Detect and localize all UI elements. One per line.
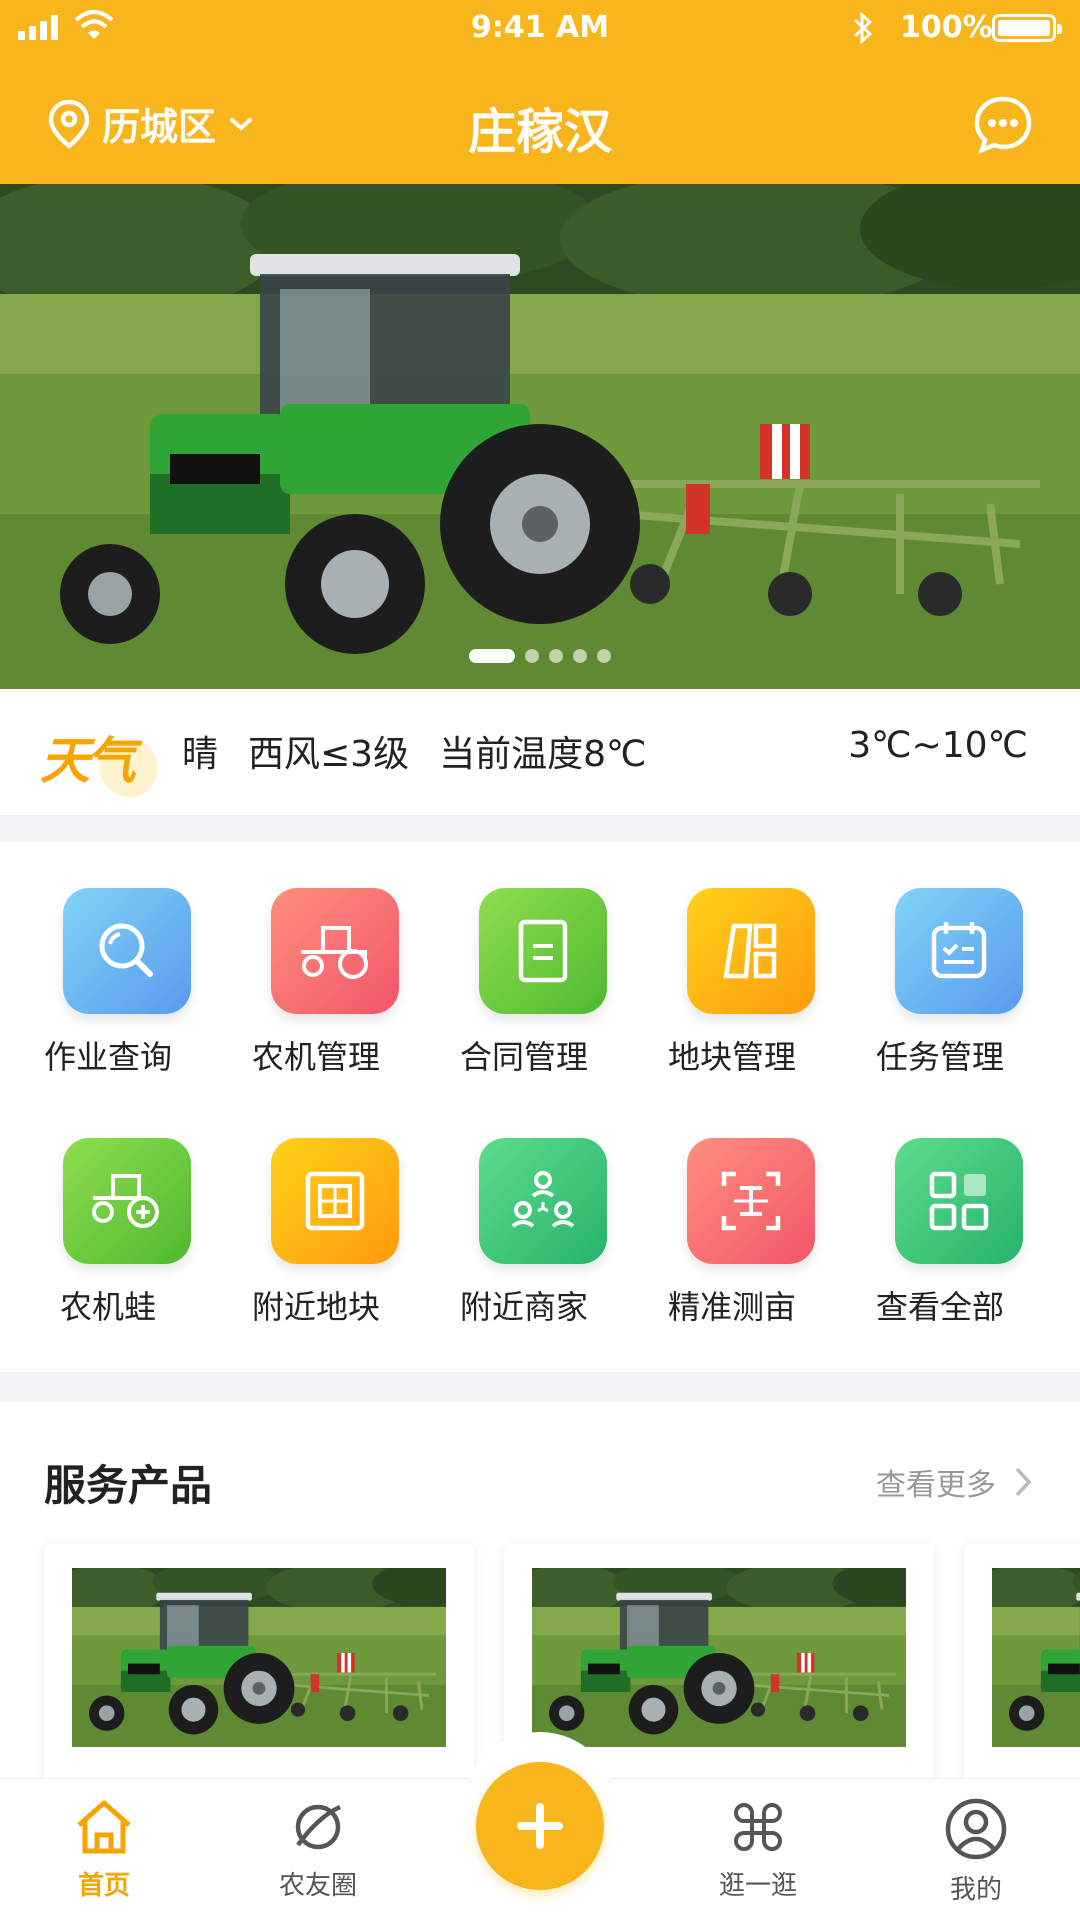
top-bar: 9:41 AM 100% 历城区 庄稼汉 <box>0 0 1080 184</box>
tractor-icon <box>301 926 368 979</box>
tab-browse[interactable]: 逛一逛 <box>688 1797 828 1902</box>
battery-percent: 100% <box>900 10 993 45</box>
grid-item-label: 任务管理 <box>875 1038 1004 1076</box>
battery-icon <box>992 14 1062 42</box>
grid-item-nongjiwa[interactable]: 农机蛙 <box>0 1092 216 1326</box>
weather-bar[interactable]: 天气 晴 西风≤3级 当前温度8℃ 3℃~10℃ <box>0 689 1080 815</box>
carousel-dot <box>597 649 611 663</box>
field-blocks-icon <box>723 923 777 979</box>
weather-wind: 西风≤3级 <box>248 734 410 775</box>
plot-icon <box>305 1171 365 1231</box>
grid-item-precise-measure[interactable]: 精准测亩 <box>624 1092 840 1326</box>
tab-label: 首页 <box>77 1871 130 1901</box>
product-image <box>992 1568 1080 1749</box>
carousel-dot <box>469 649 515 663</box>
search-icon <box>99 923 153 977</box>
weather-current-temp: 当前温度8℃ <box>439 734 647 775</box>
document-icon <box>518 919 568 983</box>
grid-item-job-query[interactable]: 作业查询 <box>0 842 216 1076</box>
product-image <box>532 1568 906 1749</box>
grid-item-field-mgmt[interactable]: 地块管理 <box>624 842 840 1076</box>
add-button[interactable] <box>476 1762 604 1890</box>
calendar-icon <box>931 922 987 979</box>
chevron-right-icon <box>1015 1467 1032 1497</box>
grid-item-contract-mgmt[interactable]: 合同管理 <box>416 842 632 1076</box>
grid-item-task-mgmt[interactable]: 任务管理 <box>832 842 1048 1076</box>
weather-logo: 天气 <box>40 717 160 797</box>
carousel-dot <box>525 649 539 663</box>
page-title: 庄稼汉 <box>467 104 612 160</box>
command-icon <box>734 1803 782 1851</box>
bluetooth-icon <box>853 11 873 45</box>
product-card[interactable] <box>44 1544 474 1782</box>
banner-carousel[interactable] <box>0 184 1080 689</box>
banner-tractor-image <box>0 184 1080 689</box>
section-title: 服务产品 <box>44 1461 213 1510</box>
view-more-link[interactable]: 查看更多 <box>876 1460 1034 1504</box>
products-section: 服务产品 查看更多 <box>0 1402 1080 1782</box>
grid-item-nearby-plots[interactable]: 附近地块 <box>208 1092 424 1326</box>
all-apps-icon <box>929 1171 989 1231</box>
carousel-indicator <box>0 649 1080 663</box>
carousel-dot <box>549 649 563 663</box>
grid-item-machine-mgmt[interactable]: 农机管理 <box>208 842 424 1076</box>
function-grid: 作业查询 农机管理 合同管理 地块管理 任务管理 农机蛙 附近地块 附近商家 精… <box>0 842 1080 1372</box>
grid-item-view-all[interactable]: 查看全部 <box>832 1092 1048 1326</box>
product-card[interactable] <box>964 1544 1080 1782</box>
weather-details: 晴 西风≤3级 当前温度8℃ <box>182 725 646 777</box>
weather-condition: 晴 <box>182 734 219 775</box>
product-image <box>72 1568 446 1749</box>
tab-farm-friends[interactable]: 农友圈 <box>248 1797 388 1902</box>
merchants-icon <box>511 1171 575 1228</box>
app-header: 历城区 庄稼汉 <box>0 56 1080 184</box>
measure-icon <box>721 1171 781 1231</box>
tab-label: 我的 <box>949 1875 1002 1905</box>
tab-label: 逛一逛 <box>718 1871 797 1901</box>
app-screen: 9:41 AM 100% 历城区 庄稼汉 天气 晴 西风≤3级 当前温度8℃ 3… <box>0 0 1080 1920</box>
tractor-plus-icon <box>92 1174 159 1228</box>
tab-label: 农友圈 <box>278 1871 357 1901</box>
message-icon[interactable] <box>972 94 1034 156</box>
status-bar: 9:41 AM 100% <box>0 0 1080 56</box>
grid-item-nearby-merchants[interactable]: 附近商家 <box>416 1092 632 1326</box>
weather-logo-text: 天气 <box>40 732 136 790</box>
weather-temp-range: 3℃~10℃ <box>848 725 1028 766</box>
user-icon <box>945 1798 1007 1860</box>
tab-home[interactable]: 首页 <box>34 1797 174 1902</box>
view-more-label: 查看更多 <box>876 1468 996 1503</box>
grid-item-label: 查看全部 <box>875 1288 1004 1326</box>
home-icon <box>77 1800 131 1854</box>
tab-me[interactable]: 我的 <box>906 1797 1046 1906</box>
carousel-dot <box>573 649 587 663</box>
plus-icon <box>517 1803 563 1849</box>
planet-icon <box>295 1804 341 1850</box>
